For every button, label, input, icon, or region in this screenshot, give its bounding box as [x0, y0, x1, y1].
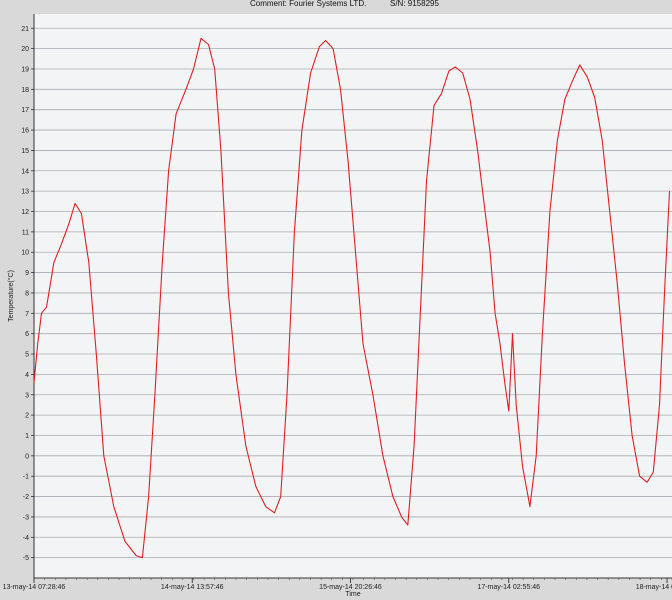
y-tick-label: 8: [25, 290, 29, 297]
y-tick-label: 19: [21, 66, 29, 73]
y-tick-label: -3: [23, 514, 29, 521]
y-axis-title: Temperature(°C): [7, 270, 15, 322]
chart-window: Comment: Fourier Systems LTD. S/N: 91582…: [0, 0, 672, 600]
y-tick-label: 13: [21, 189, 29, 196]
plot-area: [34, 14, 672, 578]
x-tick-labels: 13-may-14 07:28:46 14-may-14 13:57:46 15-m…: [3, 584, 672, 591]
y-tick-label: 7: [25, 311, 29, 318]
y-tick-label: 18: [21, 87, 29, 94]
y-tick-label: 5: [25, 352, 29, 359]
x-axis-title: Time: [345, 591, 360, 598]
x-tick-label: 17-may-14 02:55:46: [477, 584, 540, 591]
y-tick-label: -1: [23, 474, 29, 481]
y-tick-label: 3: [25, 392, 29, 399]
y-tick-label: 4: [25, 372, 29, 379]
y-tick-label: 17: [21, 107, 29, 114]
x-tick-label: 13-may-14 07:28:46: [3, 584, 66, 591]
y-tick-label: 2: [25, 413, 29, 420]
y-tick-label: 0: [25, 453, 29, 460]
y-tick-label: 11: [22, 229, 29, 236]
y-tick-labels: -5-4-3-2-1012345678910111213141516171819…: [21, 26, 29, 562]
x-tick-label: 15-may-14 20:26:46: [319, 584, 382, 591]
temperature-chart: -5-4-3-2-1012345678910111213141516171819…: [3, 14, 672, 598]
y-tick-label: 14: [21, 168, 29, 175]
y-tick-label: 20: [21, 46, 29, 53]
y-tick-label: 12: [21, 209, 29, 216]
x-tick-label: 14-may-14 13:57:46: [161, 584, 224, 591]
y-tick-label: 10: [21, 250, 29, 257]
y-tick-label: -4: [23, 535, 29, 542]
y-tick-label: 6: [25, 331, 29, 338]
x-tick-label: 18-may-14 09:24:46: [636, 584, 672, 591]
y-tick-label: -5: [23, 555, 29, 562]
y-tick-label: 21: [21, 26, 29, 33]
y-tick-label: 9: [25, 270, 29, 277]
y-tick-label: -2: [23, 494, 29, 501]
y-tick-label: 15: [21, 148, 29, 155]
y-tick-label: 1: [25, 433, 29, 440]
y-tick-label: 16: [21, 128, 29, 135]
